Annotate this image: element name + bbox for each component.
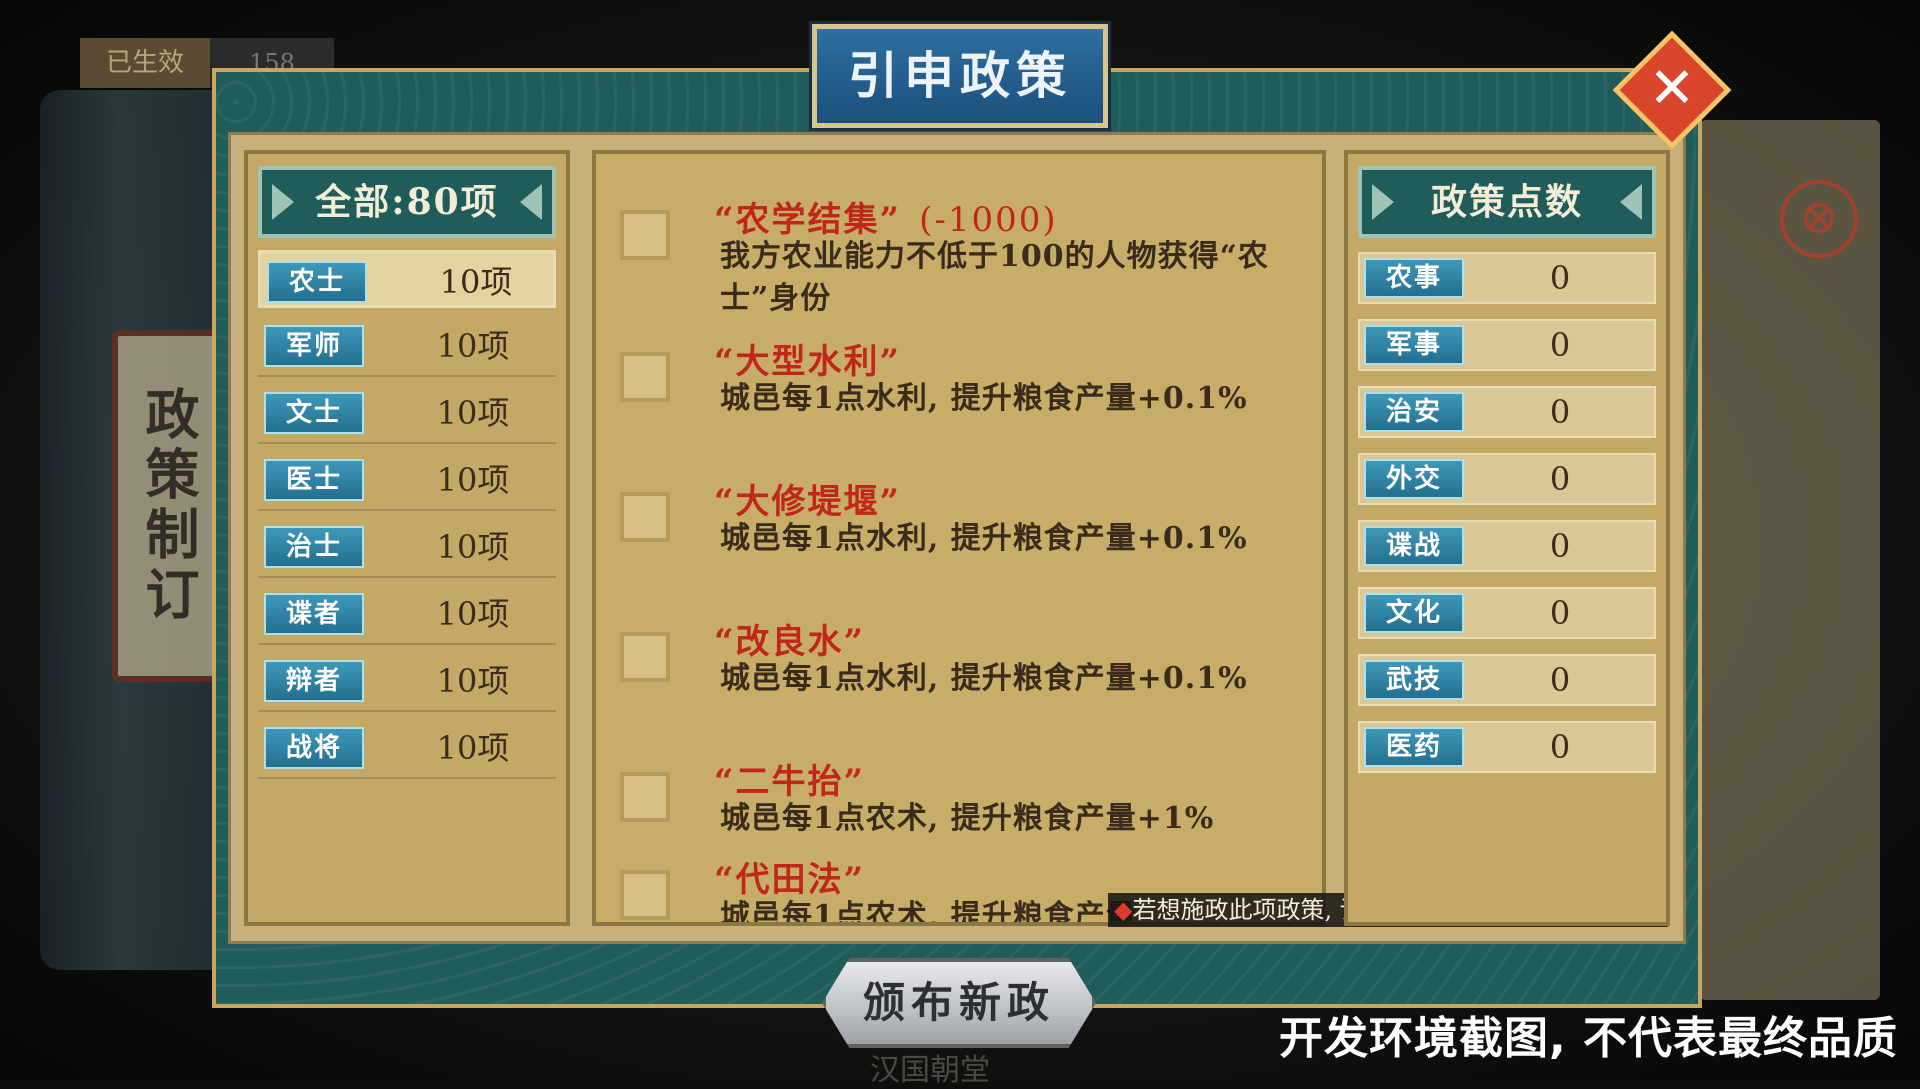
- policy-checkbox[interactable]: [620, 870, 670, 920]
- background-side-title: 政策制订: [112, 330, 224, 682]
- category-tag: 谍者: [264, 593, 364, 635]
- category-tag: 治士: [264, 526, 364, 568]
- policy-description: 城邑每1点水利, 提升粮食产量+0.1%: [720, 521, 1248, 556]
- points-tag: 治安: [1364, 392, 1464, 432]
- category-count: 10项: [436, 327, 510, 365]
- points-tag: 文化: [1364, 593, 1464, 633]
- policy-title-text: “代田法”: [714, 860, 866, 900]
- points-item-4: 谍战 0: [1358, 520, 1656, 572]
- points-value: 0: [1549, 460, 1571, 498]
- points-tag: 军事: [1364, 325, 1464, 365]
- policy-description: 城邑每1点水利, 提升粮食产量+0.1%: [720, 381, 1248, 416]
- category-item-2[interactable]: 文士 10项: [258, 384, 556, 444]
- background-bottom-text: 汉国朝堂: [870, 1053, 990, 1088]
- policy-checkbox[interactable]: [620, 492, 670, 542]
- category-item-3[interactable]: 医士 10项: [258, 451, 556, 511]
- points-item-7: 医药 0: [1358, 721, 1656, 773]
- category-header-label: 全部:80项: [315, 181, 499, 223]
- points-header: 政策点数: [1358, 166, 1656, 238]
- dev-watermark: 开发环境截图, 不代表最终品质: [1278, 1013, 1898, 1064]
- policy-title-text: “大型水利”: [714, 342, 902, 382]
- policy-checkbox[interactable]: [620, 772, 670, 822]
- points-tag: 农事: [1364, 258, 1464, 298]
- category-tag: 军师: [264, 325, 364, 367]
- category-count: 10项: [436, 528, 510, 566]
- background-right-panel: [1700, 120, 1880, 1000]
- dialog-title: 引申政策: [812, 24, 1108, 128]
- policy-title: “改良水”: [714, 614, 865, 663]
- policy-title: “代田法”: [714, 852, 865, 901]
- points-item-3: 外交 0: [1358, 453, 1656, 505]
- policy-title: “农学结集” (-1000): [714, 192, 1058, 241]
- policy-title: “二牛抬”: [714, 754, 865, 803]
- category-count: 10项: [436, 662, 510, 700]
- points-value: 0: [1549, 259, 1571, 297]
- category-item-6[interactable]: 辩者 10项: [258, 652, 556, 712]
- effective-stat-label: 已生效: [80, 38, 210, 88]
- policy-description: 城邑每1点农术, 提升粮食产量+1%: [720, 801, 1215, 836]
- category-item-0[interactable]: 农士 10项: [258, 250, 556, 308]
- policy-checkbox[interactable]: [620, 632, 670, 682]
- points-value: 0: [1549, 527, 1571, 565]
- category-count: 10项: [436, 394, 510, 432]
- points-header-label: 政策点数: [1430, 181, 1583, 223]
- points-value: 0: [1549, 661, 1571, 699]
- points-value: 0: [1549, 393, 1571, 431]
- points-item-5: 文化 0: [1358, 587, 1656, 639]
- points-value: 0: [1549, 728, 1571, 766]
- policy-description: 我方农业能力不低于100的人物获得“农士”身份: [720, 239, 1269, 316]
- policy-description: 城邑每1点水利, 提升粮食产量+0.1%: [720, 661, 1248, 696]
- policy-checkbox[interactable]: [620, 352, 670, 402]
- policy-title-text: “大修堤堰”: [714, 482, 902, 522]
- policy-title-text: “改良水”: [714, 622, 866, 662]
- policy-cost: (-1000): [919, 200, 1058, 240]
- category-item-5[interactable]: 谍者 10项: [258, 585, 556, 645]
- policy-title: “大型水利”: [714, 334, 901, 383]
- points-item-6: 武技 0: [1358, 654, 1656, 706]
- points-value: 0: [1549, 326, 1571, 364]
- points-item-1: 军事 0: [1358, 319, 1656, 371]
- points-tag: 谍战: [1364, 526, 1464, 566]
- policy-title: “大修堤堰”: [714, 474, 901, 523]
- category-count: 10项: [436, 729, 510, 767]
- category-item-1[interactable]: 军师 10项: [258, 317, 556, 377]
- points-value: 0: [1549, 594, 1571, 632]
- category-count: 10项: [436, 595, 510, 633]
- policy-list: “农学结集” (-1000) 我方农业能力不低于100的人物获得“农士”身份 “大型水…: [592, 150, 1326, 926]
- category-item-4[interactable]: 治士 10项: [258, 518, 556, 578]
- points-item-2: 治安 0: [1358, 386, 1656, 438]
- arrow-right-icon: [520, 184, 542, 220]
- category-tag: 战将: [264, 727, 364, 769]
- publish-policy-button[interactable]: 颁布新政: [822, 958, 1096, 1048]
- category-panel: 全部:80项 农士 10项 军师 10项 文士 10项 医士 10项 治士 10项 谍者 10项 辩者 1…: [244, 150, 570, 926]
- category-tag: 辩者: [264, 660, 364, 702]
- category-count: 10项: [436, 461, 510, 499]
- category-tag: 农士: [267, 261, 367, 303]
- points-tag: 外交: [1364, 459, 1464, 499]
- arrow-right-icon: [1620, 184, 1642, 220]
- policy-points-panel: 政策点数 农事 0 军事 0 治安 0 外交 0 谍战 0 文化 0 武技 0 医药 0: [1344, 150, 1670, 926]
- arrow-left-icon: [1372, 184, 1394, 220]
- category-count: 10项: [439, 263, 513, 301]
- policy-title-text: “农学结集”: [714, 200, 902, 240]
- close-icon: ✕: [1648, 56, 1696, 121]
- category-tag: 医士: [264, 459, 364, 501]
- policy-title-text: “二牛抬”: [714, 762, 866, 802]
- category-header[interactable]: 全部:80项: [258, 166, 556, 238]
- policy-checkbox[interactable]: [620, 210, 670, 260]
- category-item-7[interactable]: 战将 10项: [258, 719, 556, 779]
- category-tag: 文士: [264, 392, 364, 434]
- points-item-0: 农事 0: [1358, 252, 1656, 304]
- arrow-left-icon: [272, 184, 294, 220]
- points-tag: 医药: [1364, 727, 1464, 767]
- points-tag: 武技: [1364, 660, 1464, 700]
- background-close-icon: ⊗: [1780, 180, 1858, 258]
